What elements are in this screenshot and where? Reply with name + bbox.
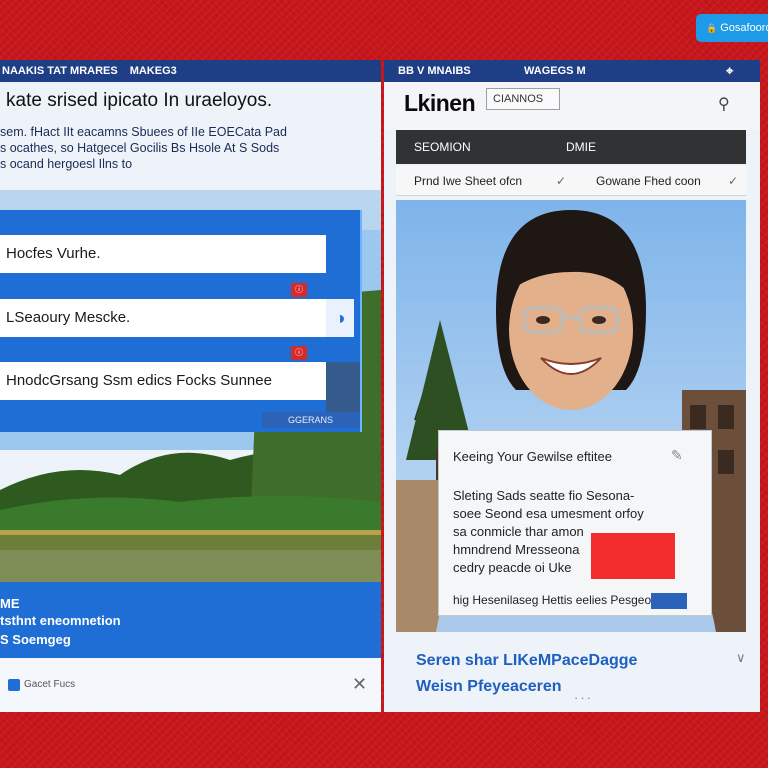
right-bar-item-2[interactable]: WAGEGS M [524,60,586,82]
lock-icon: 🔒 [706,23,718,33]
top-pill-label: Gosafooro [720,22,768,34]
filter-row: Prnd Iwe Sheet ofcn ✓ Gowane Fhed coon ✓ [396,166,746,196]
form-row-3[interactable]: HnodcGrsang Ssm edics Focks Sunnee [0,362,326,400]
filter-select-2[interactable]: Gowane Fhed coon [596,166,701,196]
left-bar-item-2[interactable]: MAKEG3 [130,60,177,82]
alert-badge-icon: ⓘ [291,283,307,297]
footer-link-2[interactable]: Weisn Pfeyeaceren [416,678,562,696]
left-description: sem. fHact IIt eacamns Sbuees of IIe EOE… [0,125,287,171]
info-card: Keeing Your Gewilse eftitee ✎ Sleting Sa… [438,430,712,616]
form-card: Hocfes Vurhe. LSeaoury Mescke. HnodcGrsa… [0,210,362,432]
filter-select-1[interactable]: Prnd Iwe Sheet ofcn [414,166,522,196]
edit-icon[interactable]: ✎ [671,447,683,464]
search-icon[interactable]: ⚲ [718,94,730,114]
nav-item-1[interactable]: SEOMION [414,130,471,164]
right-top-bar: BB V MNAIBS WAGEGS M ⌖ [384,60,760,82]
card-title: Keeing Your Gewilse eftitee [453,449,612,464]
left-footer-text: Gacet Fucs [24,679,76,690]
card-footer: hig Hesenilaseg Hettis eelies Pesgeo [453,593,652,607]
dark-nav-bar: SEOMION DMIE [396,130,746,164]
lower-line-1: ME [0,596,20,611]
left-bar-item-1[interactable]: NAAKIS TAT MRARES [2,60,118,82]
form-footer-label: GGERANS [262,412,360,428]
close-icon[interactable]: ✕ [352,674,367,695]
chevron-down-icon[interactable]: ∨ [736,650,746,666]
more-dots-icon[interactable]: ··· [574,690,593,705]
red-highlight-block [591,533,675,579]
chevron-down-icon[interactable]: ✓ [728,166,738,196]
left-footer: Gacet Fucs ✕ [0,658,381,712]
side-strip [326,362,360,416]
alert-badge-icon: ⓘ [291,346,307,360]
lower-line-3: S Soemgeg [0,632,71,647]
left-top-bar: NAAKIS TAT MRARES MAKEG3 [0,60,381,82]
chevron-down-icon[interactable]: ✓ [556,166,566,196]
brand-search-box[interactable]: CIANNOS [486,88,560,110]
lower-line-2: tsthnt eneomnetion [0,613,121,628]
nav-item-2[interactable]: DMIE [566,130,596,164]
right-bar-item-1[interactable]: BB V MNAIBS [398,60,471,82]
form-row-2[interactable]: LSeaoury Mescke. [0,299,326,337]
brand-logo: Lkinen [404,90,476,116]
right-header: Lkinen CIANNOS ⚲ [384,82,760,130]
settings-icon[interactable]: ⌖ [726,60,733,82]
left-screen-panel: NAAKIS TAT MRARES MAKEG3 kate srised ipi… [0,60,381,712]
right-screen-panel: BB V MNAIBS WAGEGS M ⌖ Lkinen CIANNOS ⚲ … [384,60,760,712]
footer-link-1[interactable]: Seren shar LIKeMPaceDagge [416,652,637,670]
info-circle-icon[interactable]: ◑ [326,299,354,337]
form-row-1[interactable]: Hocfes Vurhe. [0,235,326,273]
top-action-pill[interactable]: 🔒 Gosafooro [696,14,768,42]
card-chip[interactable] [651,593,687,609]
left-lower-banner: ME tsthnt eneomnetion S Soemgeg [0,582,381,658]
checkbox-icon[interactable] [8,679,20,691]
left-headline: kate srised ipicato In uraeloyos. [6,90,273,111]
right-footer: Seren shar LIKeMPaceDagge Weisn Pfeyeace… [384,636,760,712]
